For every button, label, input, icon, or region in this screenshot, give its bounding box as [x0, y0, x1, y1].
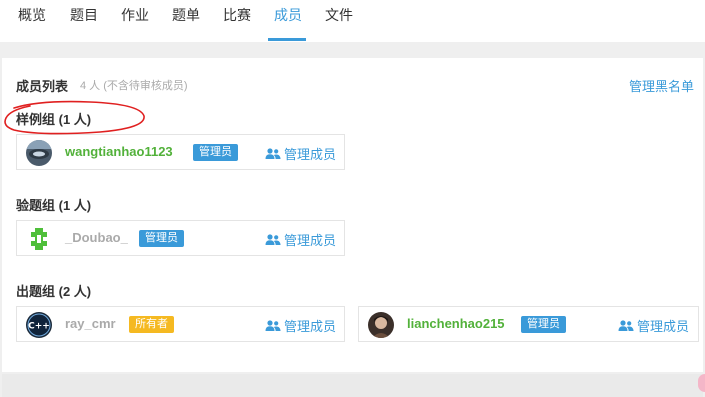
- svg-text:C++: C++: [28, 322, 50, 332]
- manage-member-link[interactable]: 管理成员: [265, 230, 336, 249]
- avatar[interactable]: [26, 140, 52, 166]
- bottom-strip: [2, 374, 703, 397]
- pixel-avatar-icon: [26, 226, 52, 252]
- tab-problem-lists[interactable]: 题单: [172, 5, 200, 25]
- tab-problems[interactable]: 题目: [70, 5, 98, 25]
- group-title-testers: 验题组 (1 人): [16, 198, 92, 213]
- avatar-photo-icon: [368, 312, 394, 338]
- red-annotation-circle: [4, 100, 145, 135]
- member-name[interactable]: lianchenhao215: [407, 316, 505, 331]
- manage-member-label: 管理成员: [284, 233, 337, 248]
- manage-member-link[interactable]: 管理成员: [265, 316, 336, 335]
- manage-member-label: 管理成员: [637, 319, 690, 334]
- top-nav: 概览 题目 作业 题单 比赛 成员 文件: [0, 0, 705, 42]
- active-tab-indicator: [268, 38, 306, 41]
- avatar[interactable]: C++: [26, 312, 52, 338]
- tab-contests[interactable]: 比赛: [223, 5, 251, 25]
- member-card: C++ ray_cmr 所有者 管理成员: [16, 306, 345, 342]
- avatar[interactable]: [26, 226, 52, 252]
- tab-overview[interactable]: 概览: [18, 5, 46, 25]
- group-title-setters: 出题组 (2 人): [16, 284, 92, 299]
- avatar[interactable]: [368, 312, 394, 338]
- users-icon: [265, 147, 281, 159]
- users-icon: [618, 319, 634, 331]
- manage-member-label: 管理成员: [284, 319, 337, 334]
- role-badge: 管理员: [521, 316, 566, 333]
- tab-members[interactable]: 成员: [274, 5, 302, 25]
- users-icon: [265, 233, 281, 245]
- members-count: 4 人 (不含待审核成员): [80, 80, 188, 92]
- member-name[interactable]: ray_cmr: [65, 316, 116, 331]
- cpp-logo-icon: C++: [26, 312, 52, 338]
- manage-blacklist-link[interactable]: 管理黑名单: [629, 76, 694, 95]
- member-card: lianchenhao215 管理员 管理成员: [358, 306, 699, 342]
- role-badge: 所有者: [129, 316, 174, 333]
- tab-files[interactable]: 文件: [325, 5, 353, 25]
- floating-widget[interactable]: [698, 374, 705, 392]
- tab-homework[interactable]: 作业: [121, 5, 149, 25]
- manage-member-label: 管理成员: [284, 147, 337, 162]
- manage-member-link[interactable]: 管理成员: [618, 316, 689, 335]
- avatar-photo-icon: [26, 140, 52, 166]
- users-icon: [265, 319, 281, 331]
- manage-member-link[interactable]: 管理成员: [265, 144, 336, 163]
- member-card: _Doubao_ 管理员 管理成员: [16, 220, 345, 256]
- member-name[interactable]: wangtianhao1123: [65, 144, 173, 159]
- role-badge: 管理员: [193, 144, 238, 161]
- member-name[interactable]: _Doubao_: [65, 230, 128, 245]
- role-badge: 管理员: [139, 230, 184, 247]
- members-title: 成员列表: [16, 79, 69, 94]
